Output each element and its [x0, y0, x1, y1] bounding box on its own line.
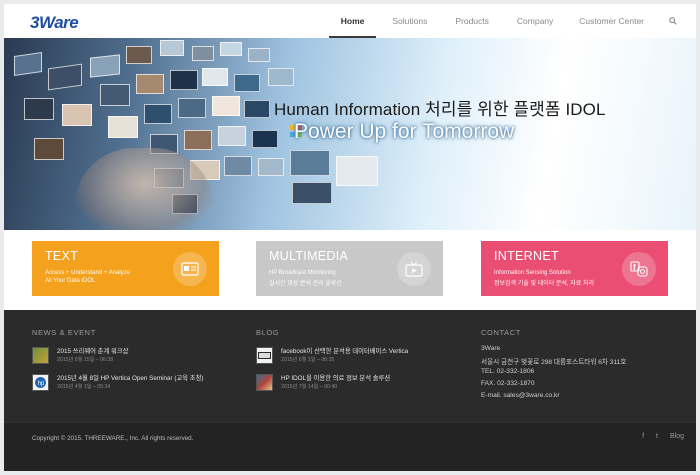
copyright-text: Copyright © 2015. THREEWARE., Inc. All r… [32, 435, 194, 442]
nav-company[interactable]: Company [517, 4, 553, 38]
page-frame: 3Ware Home Solutions Products Company Cu… [4, 4, 696, 471]
hero-tagline: Power Up for Tomorrow [294, 120, 515, 143]
blog-link[interactable]: Blog [670, 433, 684, 440]
news-title: 2015년 4월 8일 HP Vertica Open Seminar (교육 … [57, 375, 204, 382]
site-header: 3Ware Home Solutions Products Company Cu… [4, 4, 696, 38]
site-footer: NEWS & EVENT 2015 쓰리웨어 춘계 워크샵 2015년 6월 1… [4, 310, 696, 422]
blog-item[interactable]: facebook이 선택한 분석용 데이터베이스 Vertica 2015년 6… [256, 346, 466, 368]
card-subtitle: 실시간 영상 분석 관리 솔루션 [269, 281, 342, 287]
main-nav: Home Solutions Products Company Customer… [328, 4, 696, 38]
blog-thumbnail [256, 347, 273, 364]
blog-date: 2015년 6월 1일 – 06:35 [281, 357, 335, 363]
card-subtitle: 정보검색 기술 및 데이터 분석, 자료 처리 [494, 281, 594, 287]
svg-text:f: f [633, 263, 636, 272]
card-multimedia[interactable]: MULTIMEDIA HP Broadcast Monitoring 실시간 영… [256, 241, 443, 296]
contact-tel: TEL. 02-332-1806 [481, 368, 535, 375]
card-text[interactable]: TEXT Access + Understand + Analyze All Y… [32, 241, 219, 296]
service-cards: TEXT Access + Understand + Analyze All Y… [4, 230, 696, 310]
news-item[interactable]: hp 2015년 4월 8일 HP Vertica Open Seminar (… [32, 373, 232, 395]
social-links: f t Blog [642, 433, 684, 440]
card-subtitle: HP Broadcast Monitoring [269, 270, 336, 276]
search-icon[interactable] [664, 4, 682, 38]
card-title: INTERNET [494, 249, 559, 263]
blog-item[interactable]: HP IDOL을 이용한 의료 정보 분석 솔루션 2015년 7월 14일 –… [256, 373, 466, 395]
hero-banner[interactable]: Human Information 처리를 위한 플랫폼 IDOL Power … [4, 38, 696, 230]
news-heading: NEWS & EVENT [32, 328, 96, 337]
contact-address: 서울시 금천구 벚꽃로 298 대륭포스트타워 6차 311호 [481, 359, 627, 366]
facebook-icon[interactable]: f [642, 433, 644, 440]
card-subtitle: Access + Understand + Analyze [45, 270, 131, 276]
news-item[interactable]: 2015 쓰리웨어 춘계 워크샵 2015년 6월 15일 – 06:38 [32, 346, 232, 368]
blog-title: HP IDOL을 이용한 의료 정보 분석 솔루션 [281, 375, 391, 382]
hero-headline: Human Information 처리를 위한 플랫폼 IDOL [274, 100, 606, 119]
blog-heading: BLOG [256, 328, 280, 337]
contact-email[interactable]: E-mail. sales@3ware.co.kr [481, 392, 560, 399]
nav-products[interactable]: Products [455, 4, 489, 38]
tv-icon [397, 252, 431, 286]
nav-customer-center[interactable]: Customer Center [579, 4, 644, 38]
card-title: MULTIMEDIA [269, 249, 349, 263]
card-title: TEXT [45, 249, 79, 263]
news-thumbnail [32, 347, 49, 364]
news-date: 2015년 4월 1일 – 05:34 [57, 384, 111, 390]
blog-thumbnail [256, 374, 273, 391]
text-card-icon [173, 252, 207, 286]
logo-text: 3Ware [30, 13, 79, 32]
svg-text:hp: hp [38, 381, 45, 387]
bottom-bar: Copyright © 2015. THREEWARE., Inc. All r… [4, 422, 696, 471]
contact-company: 3Ware [481, 345, 501, 352]
social-icon: f [622, 252, 656, 286]
twitter-icon[interactable]: t [656, 433, 658, 440]
card-internet[interactable]: INTERNET Information Sensing Solution 정보… [481, 241, 668, 296]
card-subtitle: Information Sensing Solution [494, 270, 571, 276]
nav-home[interactable]: Home [328, 4, 376, 38]
nav-solutions[interactable]: Solutions [392, 4, 427, 38]
news-thumbnail: hp [32, 374, 49, 391]
card-subtitle: All Your Data IDOL [45, 278, 96, 284]
news-title: 2015 쓰리웨어 춘계 워크샵 [57, 348, 129, 355]
contact-fax: FAX. 02-332-1870 [481, 380, 535, 387]
blog-title: facebook이 선택한 분석용 데이터베이스 Vertica [281, 348, 409, 355]
logo[interactable]: 3Ware [30, 13, 79, 32]
contact-heading: CONTACT [481, 328, 521, 337]
blog-date: 2015년 7월 14일 – 00:40 [281, 384, 338, 390]
news-date: 2015년 6월 15일 – 06:38 [57, 357, 114, 363]
